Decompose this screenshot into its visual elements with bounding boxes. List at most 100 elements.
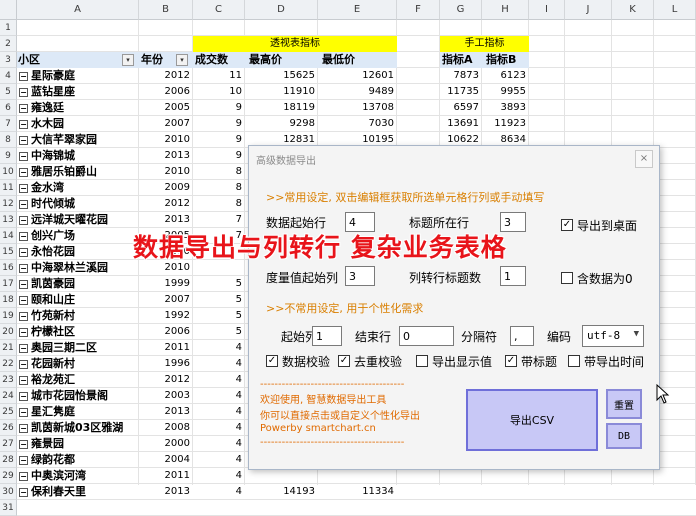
cell-metric-b[interactable] bbox=[482, 484, 529, 500]
row-header[interactable]: 12 bbox=[0, 196, 17, 212]
cell-year[interactable]: 2013 bbox=[139, 484, 193, 500]
pivot-metrics-header[interactable]: 透视表指标 bbox=[193, 36, 397, 52]
collapse-icon[interactable]: − bbox=[19, 199, 28, 209]
cell-min-price[interactable]: 7030 bbox=[318, 116, 397, 132]
cell-count[interactable]: 4 bbox=[193, 372, 245, 388]
collapse-icon[interactable]: − bbox=[19, 455, 28, 465]
cell-min-price[interactable]: 11334 bbox=[318, 484, 397, 500]
cell-count[interactable]: 4 bbox=[193, 468, 245, 484]
cell-year[interactable]: 2013 bbox=[139, 148, 193, 164]
row-header[interactable]: 25 bbox=[0, 404, 17, 420]
dedup-check-checkbox[interactable]: ✓ bbox=[338, 355, 350, 367]
cell-xiaoqu[interactable]: − 雍逸廷 bbox=[17, 100, 139, 116]
cell-count[interactable]: 7 bbox=[193, 212, 245, 228]
cell-xiaoqu[interactable]: − 奥园三期二区 bbox=[17, 340, 139, 356]
collapse-icon[interactable]: − bbox=[19, 247, 28, 257]
with-time-checkbox[interactable] bbox=[568, 355, 580, 367]
cell-xiaoqu[interactable]: − 保利春天里 bbox=[17, 484, 139, 500]
cell-count[interactable]: 4 bbox=[193, 404, 245, 420]
collapse-icon[interactable]: − bbox=[19, 343, 28, 353]
collapse-icon[interactable]: − bbox=[19, 391, 28, 401]
filter-dropdown-icon[interactable]: ▾ bbox=[122, 54, 134, 66]
cell-year[interactable]: 2010 bbox=[139, 132, 193, 148]
select-all-corner[interactable] bbox=[0, 0, 17, 20]
cell-count[interactable]: 5 bbox=[193, 292, 245, 308]
cell-metric-b[interactable]: 6123 bbox=[482, 68, 529, 84]
column-header[interactable]: I bbox=[529, 0, 565, 20]
row-header[interactable]: 7 bbox=[0, 116, 17, 132]
cell-xiaoqu[interactable]: − 远洋城天曜花园 bbox=[17, 212, 139, 228]
column-header[interactable]: J bbox=[565, 0, 612, 20]
pivot-title-count-input[interactable] bbox=[500, 266, 526, 286]
row-header[interactable]: 2 bbox=[0, 36, 17, 52]
row-header[interactable]: 17 bbox=[0, 276, 17, 292]
collapse-icon[interactable]: − bbox=[19, 183, 28, 193]
cell-count[interactable]: 9 bbox=[193, 148, 245, 164]
cell-year[interactable]: 2009 bbox=[139, 180, 193, 196]
cell-year[interactable]: 2005 bbox=[139, 100, 193, 116]
column-header[interactable]: H bbox=[482, 0, 529, 20]
cell-year[interactable]: 2007 bbox=[139, 292, 193, 308]
cell-year[interactable]: 2013 bbox=[139, 404, 193, 420]
start-col-input[interactable] bbox=[312, 326, 342, 346]
cell-year[interactable]: 2008 bbox=[139, 420, 193, 436]
filter-active-icon[interactable]: ▾ bbox=[176, 54, 188, 66]
header-xiaoqu[interactable]: 小区 bbox=[17, 52, 139, 68]
collapse-icon[interactable]: − bbox=[19, 359, 28, 369]
column-header[interactable]: F bbox=[397, 0, 440, 20]
collapse-icon[interactable]: − bbox=[19, 215, 28, 225]
cell-xiaoqu[interactable]: − 裕龙苑汇 bbox=[17, 372, 139, 388]
collapse-icon[interactable]: − bbox=[19, 151, 28, 161]
cell-xiaoqu[interactable]: − 永怡花园 bbox=[17, 244, 139, 260]
cell-count[interactable]: 4 bbox=[193, 452, 245, 468]
cell-xiaoqu[interactable]: − 水木园 bbox=[17, 116, 139, 132]
cell-xiaoqu[interactable]: − 凯茵豪园 bbox=[17, 276, 139, 292]
cell-count[interactable]: 4 bbox=[193, 420, 245, 436]
cell-count[interactable]: 9 bbox=[193, 100, 245, 116]
collapse-icon[interactable]: − bbox=[19, 311, 28, 321]
cell-xiaoqu[interactable]: − 中奥滨河湾 bbox=[17, 468, 139, 484]
cell-xiaoqu[interactable]: − 中海翠林兰溪园 bbox=[17, 260, 139, 276]
row-header[interactable]: 31 bbox=[0, 500, 17, 516]
row-header[interactable]: 5 bbox=[0, 84, 17, 100]
measure-start-col-input[interactable] bbox=[345, 266, 375, 286]
header-zhibiaoA[interactable]: 指标A bbox=[440, 52, 482, 68]
encoding-select[interactable]: utf-8 ▼ bbox=[582, 325, 644, 347]
cell-year[interactable]: 1999 bbox=[139, 276, 193, 292]
cell-xiaoqu[interactable]: − 中海锦城 bbox=[17, 148, 139, 164]
row-header[interactable]: 15 bbox=[0, 244, 17, 260]
collapse-icon[interactable]: − bbox=[19, 375, 28, 385]
cell-metric-a[interactable]: 13691 bbox=[440, 116, 482, 132]
collapse-icon[interactable]: − bbox=[19, 407, 28, 417]
cell-count[interactable]: 4 bbox=[193, 436, 245, 452]
row-header[interactable]: 22 bbox=[0, 356, 17, 372]
cell-max-price[interactable]: 11910 bbox=[245, 84, 318, 100]
separator-input[interactable] bbox=[510, 326, 534, 346]
cell-min-price[interactable]: 13708 bbox=[318, 100, 397, 116]
cell-count[interactable]: 8 bbox=[193, 180, 245, 196]
cell-year[interactable]: 2006 bbox=[139, 324, 193, 340]
include-zero-checkbox[interactable] bbox=[561, 272, 573, 284]
row-header[interactable]: 18 bbox=[0, 292, 17, 308]
column-header[interactable]: E bbox=[318, 0, 397, 20]
manual-metrics-header[interactable]: 手工指标 bbox=[440, 36, 529, 52]
cell-count[interactable]: 5 bbox=[193, 308, 245, 324]
export-csv-button[interactable]: 导出CSV bbox=[466, 389, 598, 451]
cell-year[interactable]: 2012 bbox=[139, 68, 193, 84]
cell-metric-a[interactable] bbox=[440, 484, 482, 500]
cell-count[interactable]: 4 bbox=[193, 484, 245, 500]
row-header[interactable]: 16 bbox=[0, 260, 17, 276]
row-header[interactable]: 1 bbox=[0, 20, 17, 36]
row-header[interactable]: 3 bbox=[0, 52, 17, 68]
cell-xiaoqu[interactable]: − 大信芊翠家园 bbox=[17, 132, 139, 148]
dialog-titlebar[interactable]: 高级数据导出 × bbox=[249, 146, 659, 172]
cell-year[interactable]: 1992 bbox=[139, 308, 193, 324]
collapse-icon[interactable]: − bbox=[19, 231, 28, 241]
end-row-input[interactable] bbox=[399, 326, 454, 346]
cell-xiaoqu[interactable]: − 城市花园怡景阁 bbox=[17, 388, 139, 404]
header-chengjiao[interactable]: 成交数 bbox=[193, 52, 245, 68]
cell-xiaoqu[interactable]: − 星汇隽庭 bbox=[17, 404, 139, 420]
column-header[interactable]: K bbox=[612, 0, 654, 20]
row-header[interactable]: 20 bbox=[0, 324, 17, 340]
cell-max-price[interactable]: 9298 bbox=[245, 116, 318, 132]
